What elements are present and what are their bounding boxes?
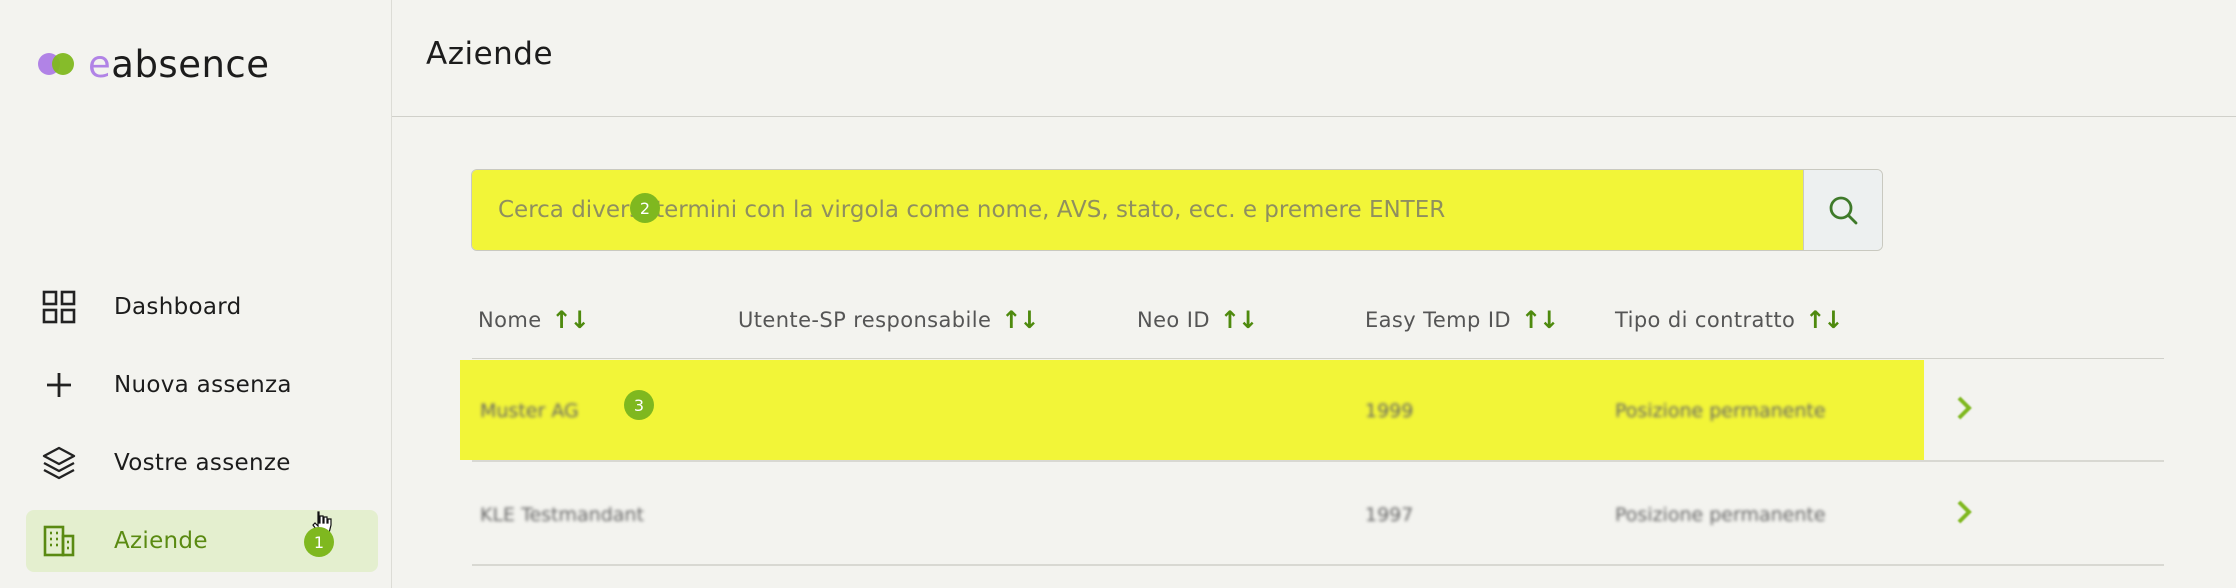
cell-nome: Muster AG xyxy=(480,400,579,422)
sidebar-item-label: Aziende xyxy=(114,528,208,554)
sort-icon[interactable]: ↑↓ xyxy=(1220,306,1258,334)
step-marker-2: 2 xyxy=(630,193,660,223)
cell-nome: KLE Testmandant xyxy=(480,504,644,526)
logo-text: eabsence xyxy=(88,42,270,86)
chevron-right-icon[interactable] xyxy=(1952,494,1978,530)
step-marker-1: 1 xyxy=(304,527,334,557)
sidebar: eabsence Dashboard Nuova assenza Vostre … xyxy=(0,0,392,588)
column-header-nome[interactable]: Nome ↑↓ xyxy=(478,300,590,340)
sidebar-item-label: Nuova assenza xyxy=(114,372,292,398)
table-header: Nome ↑↓ Utente-SP responsabile ↑↓ Neo ID ↑↓… xyxy=(472,300,2164,359)
sort-icon[interactable]: ↑↓ xyxy=(1521,306,1559,334)
dashboard-grid-icon xyxy=(40,288,78,326)
row-divider xyxy=(472,460,2164,462)
app-logo[interactable]: eabsence xyxy=(38,42,270,86)
cell-tipo-contratto: Posizione permanente xyxy=(1615,504,1826,526)
search-icon xyxy=(1829,196,1858,225)
sidebar-item-label: Dashboard xyxy=(114,294,242,320)
column-header-utente-sp[interactable]: Utente-SP responsabile ↑↓ xyxy=(738,300,1040,340)
building-icon xyxy=(40,522,78,560)
row-divider xyxy=(472,564,2164,566)
table-row[interactable]: KLE Testmandant 1997 Posizione permanent… xyxy=(472,464,2164,566)
column-header-tipo-contratto[interactable]: Tipo di contratto ↑↓ xyxy=(1615,300,1843,340)
cell-tipo-contratto: Posizione permanente xyxy=(1615,400,1826,422)
page-header: Aziende xyxy=(392,0,2236,117)
search-button[interactable] xyxy=(1803,170,1882,250)
plus-icon xyxy=(40,366,78,404)
sort-icon[interactable]: ↑↓ xyxy=(1001,306,1039,334)
table-row[interactable]: Muster AG 1999 Posizione permanente xyxy=(460,360,2164,462)
column-header-easy-temp-id[interactable]: Easy Temp ID ↑↓ xyxy=(1365,300,1559,340)
step-marker-3: 3 xyxy=(624,390,654,420)
sidebar-item-nuova-assenza[interactable]: Nuova assenza xyxy=(26,354,378,416)
sidebar-item-vostre-assenze[interactable]: Vostre assenze xyxy=(26,432,378,494)
page-title: Aziende xyxy=(426,36,554,72)
logo-mark-icon xyxy=(38,49,78,79)
sort-icon[interactable]: ↑↓ xyxy=(1805,306,1843,334)
sort-icon[interactable]: ↑↓ xyxy=(552,306,590,334)
column-header-neo-id[interactable]: Neo ID ↑↓ xyxy=(1137,300,1258,340)
layers-icon xyxy=(40,444,78,482)
search-input[interactable] xyxy=(472,170,1803,250)
cell-easy-temp-id: 1999 xyxy=(1365,400,1414,422)
cell-easy-temp-id: 1997 xyxy=(1365,504,1414,526)
sidebar-item-label: Vostre assenze xyxy=(114,450,291,476)
search-bar xyxy=(471,169,1883,251)
chevron-right-icon[interactable] xyxy=(1952,390,1978,426)
sidebar-item-dashboard[interactable]: Dashboard xyxy=(26,276,378,338)
